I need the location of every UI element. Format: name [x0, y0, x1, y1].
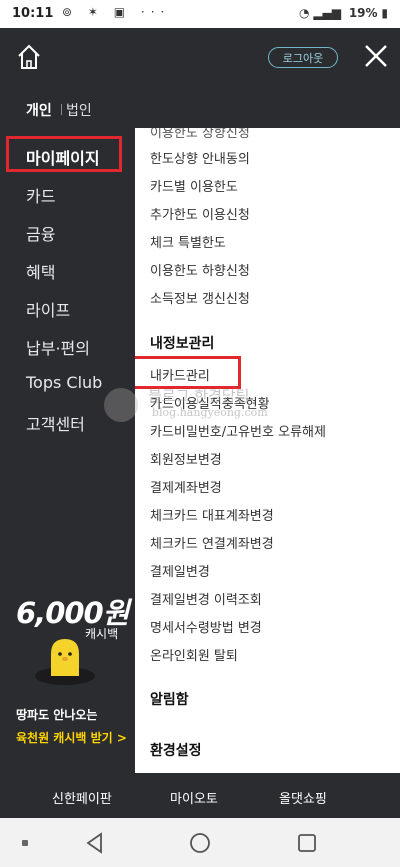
- tab-business[interactable]: 법인: [66, 100, 92, 120]
- bottom-nav-shinhan-paypan[interactable]: 신한페이판: [52, 788, 112, 807]
- sidebar-item-card[interactable]: 카드: [26, 183, 55, 207]
- back-icon[interactable]: [84, 832, 106, 854]
- menu-item-member-info[interactable]: 회원정보변경: [150, 449, 222, 468]
- home-circle-icon[interactable]: [189, 832, 211, 854]
- menu-item-limit-decrease[interactable]: 이용한도 하향신청: [150, 260, 250, 279]
- recent-apps-dot-icon[interactable]: [22, 840, 28, 846]
- section-settings[interactable]: 환경설정: [150, 740, 202, 760]
- close-button[interactable]: [362, 42, 390, 70]
- close-icon: [365, 45, 387, 67]
- section-notifications[interactable]: 알림함: [150, 689, 189, 709]
- status-bar: 10:11 ⊚ ✶ ▣ ··· ◔ ▂▄▆ 19% ▮: [0, 0, 400, 28]
- signal-icon: ▂▄▆: [313, 6, 341, 20]
- watermark-logo: [104, 388, 138, 422]
- status-time: 10:11: [12, 6, 54, 21]
- menu-item-statement-method[interactable]: 명세서수령방법 변경: [150, 617, 262, 636]
- home-icon: [18, 44, 40, 69]
- menu-header: 로그아웃: [0, 28, 400, 88]
- menu-item-check-linked-account[interactable]: 체크카드 연결계좌변경: [150, 533, 274, 552]
- home-button[interactable]: [14, 42, 44, 72]
- menu-item-payment-date-history[interactable]: 결제일변경 이력조회: [150, 589, 262, 608]
- sidebar-item-payment[interactable]: 납부·편의: [26, 335, 90, 359]
- menu-item-income-update[interactable]: 소득정보 갱신신청: [150, 288, 250, 307]
- promo-text-line1: 땅파도 안나오는: [16, 708, 98, 722]
- menu-item-payment-date[interactable]: 결제일변경: [150, 561, 210, 580]
- sidebar-item-benefits[interactable]: 혜택: [26, 259, 55, 283]
- watermark-text: 블로그 한경담팀: [148, 387, 250, 405]
- battery-icon: ▮: [381, 6, 388, 20]
- recents-square-icon[interactable]: [296, 832, 318, 854]
- tab-divider: [61, 104, 62, 115]
- system-nav-bar: [0, 818, 400, 867]
- mole-character-icon: [35, 639, 95, 685]
- sidebar-item-life[interactable]: 라이프: [26, 297, 70, 321]
- watermark-url: blog.hangyeong.com: [152, 406, 268, 419]
- menu-item-check-main-account[interactable]: 체크카드 대표계좌변경: [150, 505, 274, 524]
- highlight-box-mypage: [6, 136, 122, 172]
- battery-percent: 19%: [348, 6, 378, 20]
- section-personal-info: 내정보관리: [150, 336, 215, 352]
- menu-item-card-limit[interactable]: 카드별 이용한도: [150, 176, 238, 195]
- wifi-icon: ◔: [299, 6, 310, 20]
- menu-item-partial[interactable]: 이용한도 상향신청: [150, 128, 250, 141]
- tab-personal[interactable]: 개인: [26, 100, 52, 120]
- sidebar-item-tops-club[interactable]: Tops Club: [26, 373, 102, 392]
- bottom-nav-allthat-shopping[interactable]: 올댓쇼핑: [279, 788, 327, 807]
- logout-button[interactable]: 로그아웃: [268, 47, 338, 68]
- notification-icons: ⊚ ✶ ▣ ···: [62, 5, 171, 19]
- menu-item-account-change[interactable]: 결제계좌변경: [150, 477, 222, 496]
- status-right: ◔ ▂▄▆ 19% ▮: [299, 6, 388, 20]
- sidebar-item-finance[interactable]: 금융: [26, 221, 55, 245]
- menu-item-extra-limit[interactable]: 추가한도 이용신청: [150, 204, 250, 223]
- submenu-panel: 이용한도 상향신청 한도상향 안내동의 카드별 이용한도 추가한도 이용신청 체…: [135, 128, 400, 773]
- menu-item-check-limit[interactable]: 체크 특별한도: [150, 232, 226, 251]
- bottom-nav: 신한페이판 마이오토 올댓쇼핑: [0, 773, 400, 818]
- promo-link[interactable]: 육천원 캐시백 받기 >: [16, 729, 127, 746]
- user-type-tabs: 개인 법인: [0, 88, 400, 129]
- menu-item-pin-reset[interactable]: 카드비밀번호/고유번호 오류해제: [150, 421, 326, 440]
- menu-item-limit-consent[interactable]: 한도상향 안내동의: [150, 148, 250, 167]
- bottom-nav-my-auto[interactable]: 마이오토: [170, 788, 218, 807]
- menu-item-withdraw[interactable]: 온라인회원 탈퇴: [150, 645, 238, 664]
- sidebar-item-customer-center[interactable]: 고객센터: [26, 411, 85, 435]
